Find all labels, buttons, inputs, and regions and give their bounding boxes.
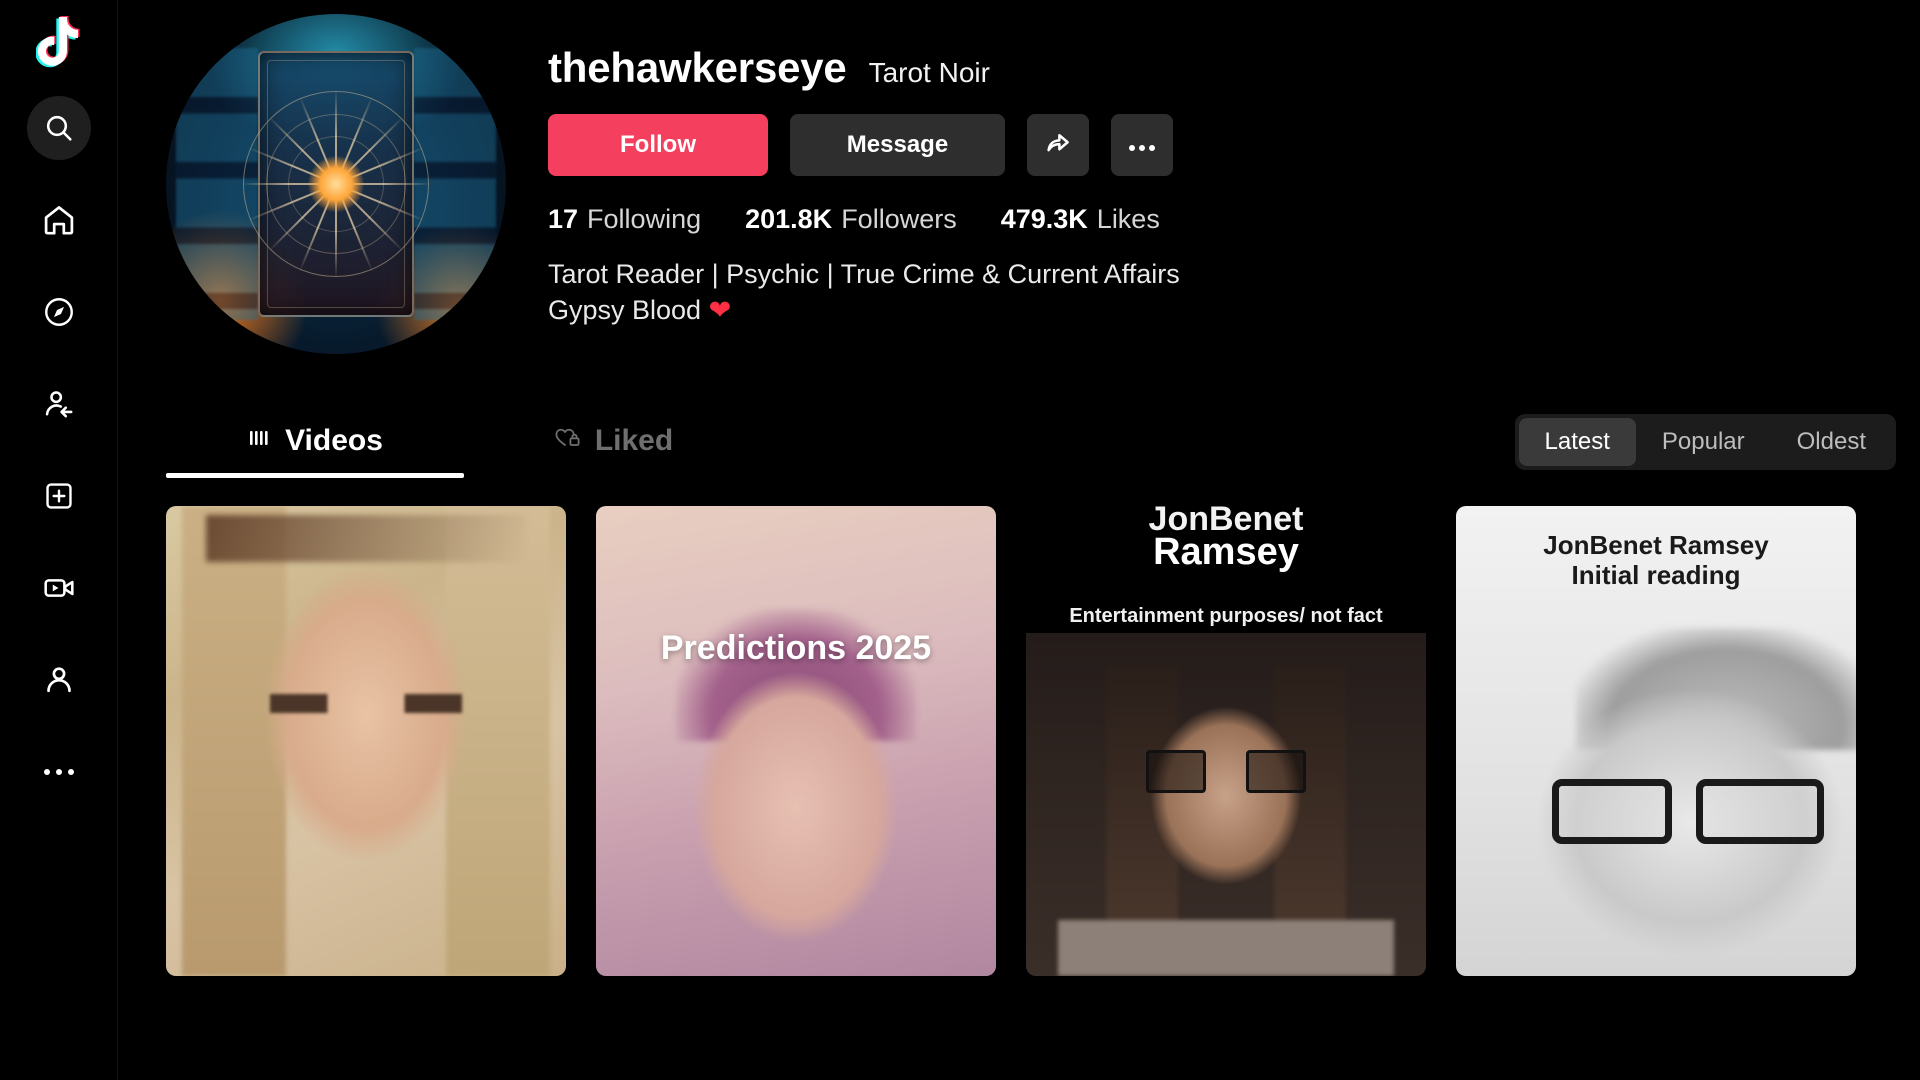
sort-oldest[interactable]: Oldest — [1771, 418, 1892, 466]
heart-emoji-icon: ❤ — [708, 294, 732, 325]
tab-videos[interactable]: Videos — [166, 404, 464, 478]
live-icon — [42, 571, 76, 605]
sidebar-item-more[interactable] — [27, 740, 91, 804]
follow-button[interactable]: Follow — [548, 114, 768, 176]
content-tabs: Videos Liked — [166, 404, 762, 478]
sidebar-item-profile[interactable] — [27, 648, 91, 712]
profile-info: thehawkerseye Tarot Noir Follow Message — [506, 14, 1180, 354]
more-icon — [42, 766, 76, 778]
following-count: 17 — [548, 204, 579, 234]
ellipsis-icon — [1128, 131, 1156, 159]
likes-label: Likes — [1096, 204, 1160, 234]
sidebar-item-search[interactable] — [26, 96, 91, 160]
display-name: Tarot Noir — [868, 57, 990, 88]
profile-actions: Follow Message — [548, 114, 1180, 176]
video-thumbnail[interactable]: Predictions 2025 — [596, 506, 996, 976]
compass-icon — [42, 295, 76, 329]
sidebar-item-explore[interactable] — [27, 280, 91, 344]
video-thumbnail[interactable] — [166, 506, 566, 976]
tabs-bar: Videos Liked Latest Popular Oldest — [166, 404, 1896, 478]
video-overlay-text: Initial reading — [1571, 560, 1741, 591]
heart-lock-icon — [553, 424, 581, 458]
profile-bio: Tarot Reader | Psychic | True Crime & Cu… — [548, 257, 1180, 328]
sidebar-item-following[interactable] — [27, 372, 91, 436]
tiktok-logo-icon[interactable] — [29, 6, 89, 78]
upload-icon — [43, 480, 75, 512]
grid-bars-icon — [247, 424, 271, 458]
username: thehawkerseye — [548, 44, 847, 91]
followers-label: Followers — [841, 204, 957, 234]
stat-likes[interactable]: 479.3K Likes — [1001, 204, 1160, 235]
tab-liked-label: Liked — [594, 424, 674, 457]
tiktok-profile-page: thehawkerseye Tarot Noir Follow Message — [0, 0, 1920, 1080]
profile-icon — [42, 663, 76, 697]
bio-line-2: Gypsy Blood ❤ — [548, 293, 1180, 329]
video-overlay-text: Ramsey — [1153, 530, 1299, 573]
sidebar-item-home[interactable] — [27, 188, 91, 252]
following-icon — [42, 387, 76, 421]
bio-line-1: Tarot Reader | Psychic | True Crime & Cu… — [548, 259, 1180, 289]
sort-latest[interactable]: Latest — [1518, 418, 1636, 466]
stat-followers[interactable]: 201.8K Followers — [745, 204, 957, 235]
profile-header: thehawkerseye Tarot Noir Follow Message — [118, 0, 1920, 354]
home-icon — [41, 202, 77, 238]
video-grid: Predictions 2025 JonBenet Ramsey Enterta… — [118, 478, 1920, 976]
name-row: thehawkerseye Tarot Noir — [548, 44, 1180, 92]
profile-stats: 17 Following 201.8K Followers 479.3K Likes — [548, 204, 1180, 235]
video-overlay-text: Predictions 2025 — [660, 629, 932, 668]
followers-count: 201.8K — [745, 204, 833, 234]
left-sidebar — [0, 0, 118, 1080]
sidebar-item-upload[interactable] — [27, 464, 91, 528]
video-overlay-subtext: Entertainment purposes/ not fact — [1069, 604, 1383, 627]
profile-main: thehawkerseye Tarot Noir Follow Message — [118, 0, 1920, 1080]
video-thumbnail[interactable]: JonBenet Ramsey Entertainment purposes/ … — [1026, 506, 1426, 976]
stat-following[interactable]: 17 Following — [548, 204, 701, 235]
likes-count: 479.3K — [1000, 204, 1088, 234]
more-options-button[interactable] — [1111, 114, 1173, 176]
share-arrow-icon — [1043, 127, 1073, 164]
tab-liked[interactable]: Liked — [464, 404, 762, 478]
sidebar-item-live[interactable] — [27, 556, 91, 620]
avatar-image — [166, 14, 506, 354]
following-label: Following — [587, 204, 702, 234]
search-icon — [43, 112, 75, 144]
share-button[interactable] — [1027, 114, 1089, 176]
avatar[interactable] — [166, 14, 506, 354]
bio-line-2-text: Gypsy Blood — [548, 294, 702, 325]
video-overlay-top-text: JonBenet Ramsey — [1543, 529, 1769, 560]
right-edge — [1914, 0, 1920, 1080]
video-thumbnail[interactable]: JonBenet Ramsey Initial reading — [1456, 506, 1856, 976]
message-button[interactable]: Message — [790, 114, 1005, 176]
sort-popular[interactable]: Popular — [1636, 418, 1771, 466]
sort-pills: Latest Popular Oldest — [1514, 414, 1896, 470]
tab-videos-label: Videos — [285, 424, 383, 457]
